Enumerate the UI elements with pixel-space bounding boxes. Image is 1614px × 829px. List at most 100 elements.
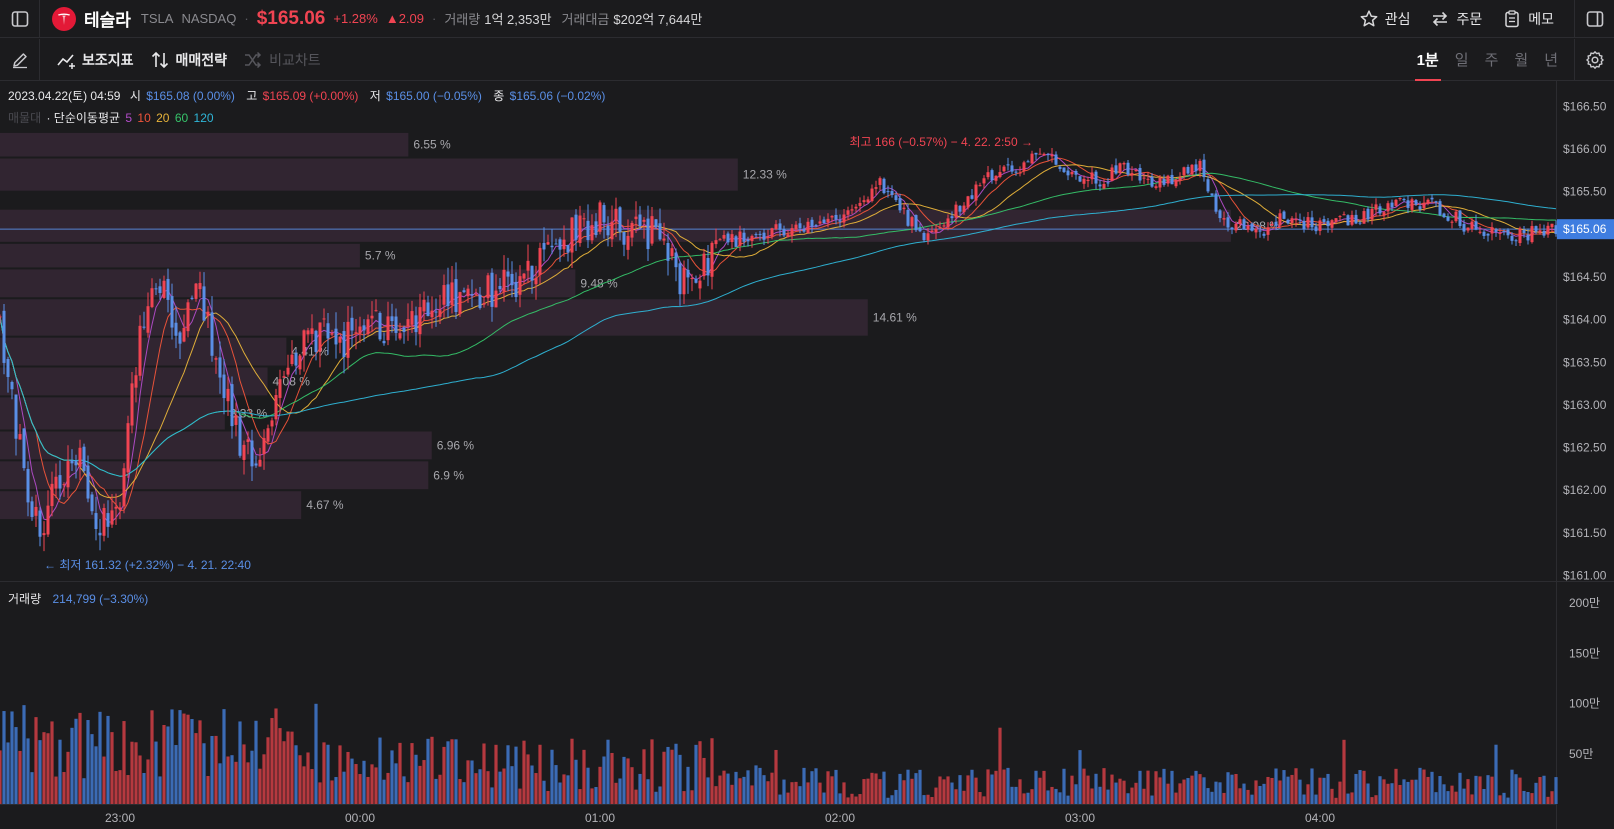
- chart-area[interactable]: 6.55 % 12.33 % 20.98 % 5.7 % 9.48 % 14.61 % 4.…: [0, 81, 1614, 829]
- price-chart[interactable]: 6.55 %12.33 %20.98 %5.7 %9.48 %14.61 %4.…: [0, 81, 1614, 829]
- candle-body: [734, 236, 738, 247]
- candle-body: [1258, 230, 1262, 232]
- volume-bar: [658, 786, 662, 804]
- volume-bar: [1410, 779, 1414, 804]
- volume-bar: [354, 764, 358, 804]
- volume-bar: [1058, 792, 1062, 804]
- volume-bar: [1542, 775, 1546, 804]
- candle-body: [954, 204, 958, 218]
- volume-bar: [990, 774, 994, 804]
- volume-bar: [942, 779, 946, 804]
- candle-body: [46, 505, 50, 535]
- volume-bar: [74, 718, 78, 804]
- volume-bar: [286, 731, 290, 804]
- candle-body: [1350, 214, 1354, 225]
- compare-chart-button[interactable]: 비교차트: [243, 50, 321, 70]
- volume-bar: [1502, 792, 1506, 804]
- volume-bar: [830, 776, 834, 804]
- candle: [1122, 161, 1126, 171]
- volume-bar: [1494, 744, 1498, 804]
- volume-bar: [1010, 786, 1014, 804]
- volume-bar: [758, 767, 762, 804]
- volume-bar: [282, 741, 286, 804]
- candle-body: [950, 216, 954, 219]
- candle-body: [246, 439, 250, 443]
- price-tick-label: $166.00: [1563, 142, 1607, 156]
- candle-body: [6, 358, 10, 377]
- candle-body: [882, 178, 886, 194]
- candle: [126, 415, 130, 478]
- volume-tick-label: 50만: [1569, 747, 1593, 761]
- order-button[interactable]: 주문: [1430, 9, 1482, 29]
- candle: [734, 234, 738, 247]
- period-month[interactable]: 월: [1514, 39, 1528, 81]
- volume-bar: [994, 770, 998, 804]
- volume-bar: [170, 709, 174, 804]
- volume-bar: [818, 782, 822, 804]
- candle-body: [962, 205, 966, 213]
- volume-profile-label: 9.48 %: [580, 276, 618, 290]
- candle-body: [1198, 160, 1202, 171]
- candle: [1146, 172, 1150, 184]
- period-day[interactable]: 일: [1455, 39, 1469, 81]
- period-week[interactable]: 주: [1485, 39, 1499, 81]
- volume-bar: [238, 721, 242, 804]
- candle-body: [1298, 219, 1302, 221]
- volume-bar: [254, 720, 258, 804]
- volume-bar: [950, 782, 954, 804]
- candle-body: [1494, 229, 1498, 232]
- candle-body: [830, 215, 834, 218]
- volume-bar: [62, 772, 66, 804]
- strategy-button[interactable]: 매매전략: [150, 50, 227, 70]
- indicator-label: 보조지표: [82, 51, 134, 68]
- drawing-tool-button[interactable]: [0, 38, 40, 81]
- candle-body: [1182, 167, 1186, 176]
- price-tick-label: $164.00: [1563, 313, 1607, 327]
- sidebar-toggle-button[interactable]: [0, 0, 40, 38]
- watchlist-button[interactable]: 관심: [1359, 9, 1410, 29]
- candle: [318, 322, 322, 368]
- volume-bar: [838, 793, 842, 804]
- candle-body: [1390, 202, 1394, 208]
- volume-bar: [70, 727, 74, 804]
- candle-body: [1450, 221, 1454, 223]
- candle-body: [550, 245, 554, 248]
- volume-bar: [194, 733, 198, 804]
- candle-body: [1354, 214, 1358, 224]
- candle-body: [390, 316, 394, 322]
- candle-body: [1526, 234, 1530, 241]
- candle: [1054, 151, 1058, 166]
- candle-body: [314, 330, 318, 352]
- candle: [1310, 210, 1314, 231]
- candle-body: [958, 205, 962, 212]
- volume-profile-bar: [0, 491, 302, 520]
- chart-settings-button[interactable]: [1574, 38, 1614, 81]
- volume-bar: [230, 755, 234, 804]
- candle-body: [1518, 228, 1522, 244]
- volume-bar: [266, 737, 270, 804]
- low-annotation: ← 최저 161.32 (+2.32%) − 4. 21. 22:40: [44, 558, 251, 572]
- period-1min[interactable]: 1분: [1414, 39, 1441, 81]
- volume-bar: [954, 789, 958, 804]
- stock-name: 테슬라: [84, 11, 131, 30]
- volume-bar: [1214, 781, 1218, 804]
- panel-toggle-button[interactable]: [1574, 0, 1614, 38]
- candle: [1362, 208, 1366, 224]
- memo-button[interactable]: 메모: [1502, 9, 1554, 29]
- indicator-button[interactable]: 보조지표: [56, 50, 134, 70]
- candle-body: [1230, 227, 1234, 230]
- volume-bar: [6, 742, 10, 804]
- candle: [1002, 164, 1006, 173]
- volume-bar: [594, 787, 598, 804]
- volume-bar: [106, 715, 110, 804]
- candle: [1530, 220, 1534, 244]
- candle-body: [710, 242, 714, 277]
- candle-body: [418, 307, 422, 335]
- current-price-tag-label: $165.06: [1563, 222, 1607, 236]
- period-year[interactable]: 년: [1544, 39, 1558, 81]
- volume-bar: [1398, 784, 1402, 804]
- volume-bar: [662, 751, 666, 804]
- volume-value: 1억 2,353만: [484, 12, 552, 27]
- volume-bar: [710, 738, 714, 804]
- volume-label: 거래량: [444, 12, 481, 27]
